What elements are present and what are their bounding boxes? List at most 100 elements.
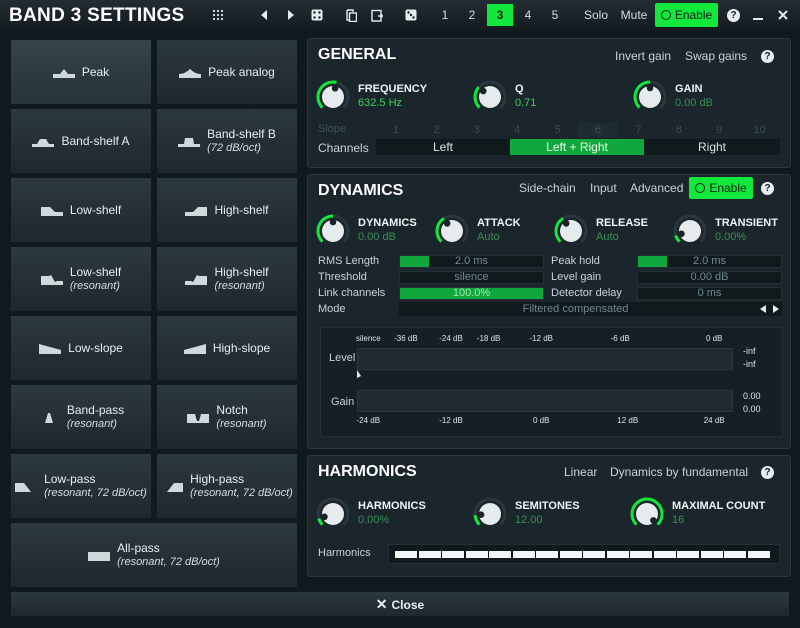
- slope-option[interactable]: 1: [376, 123, 416, 137]
- band-1-button[interactable]: 1: [434, 4, 456, 26]
- harmonics-editor[interactable]: [388, 544, 780, 564]
- mute-button[interactable]: Mute: [617, 4, 651, 26]
- q-control[interactable]: Q 0.71: [473, 79, 623, 119]
- previous-arrow-icon[interactable]: [257, 5, 271, 25]
- shape-band-pass-button[interactable]: Band-pass (resonant): [10, 384, 152, 450]
- next-arrow-icon[interactable]: [284, 5, 298, 25]
- shape-peak-analog-button[interactable]: Peak analog: [156, 39, 298, 105]
- transient-knob[interactable]: [673, 214, 707, 248]
- harmonic-cell[interactable]: [653, 551, 676, 558]
- harmonic-cell[interactable]: [395, 551, 417, 558]
- mode-next-icon[interactable]: [773, 305, 779, 313]
- band-enable-button[interactable]: Enable: [655, 3, 718, 27]
- harmonic-cell[interactable]: [583, 551, 605, 558]
- linear-button[interactable]: Linear: [564, 465, 597, 479]
- release-control[interactable]: RELEASE Auto: [554, 213, 666, 253]
- shape-low-shelf-button[interactable]: Low-shelf: [10, 177, 152, 243]
- harmonic-cell[interactable]: [489, 551, 511, 558]
- slope-option[interactable]: 10: [740, 123, 780, 137]
- harmonic-cell[interactable]: [677, 551, 699, 558]
- harmonic-cell[interactable]: [747, 551, 770, 558]
- close-button[interactable]: ✕ Close: [10, 591, 790, 617]
- gain-control[interactable]: GAIN 0.00 dB: [633, 79, 783, 119]
- shape-all-pass-button[interactable]: All-pass (resonant, 72 dB/oct): [10, 522, 298, 588]
- shape-band-shelf-a-button[interactable]: Band-shelf A: [10, 108, 152, 174]
- slope-option[interactable]: 4: [497, 123, 537, 137]
- dice-icon[interactable]: [403, 5, 419, 25]
- maximal-count-control[interactable]: MAXIMAL COUNT 16: [630, 496, 785, 536]
- shape-band-shelf-b-button[interactable]: Band-shelf B (72 dB/oct): [156, 108, 298, 174]
- band-3-button[interactable]: 3: [487, 4, 513, 26]
- harmonic-cell[interactable]: [630, 551, 652, 558]
- slope-option[interactable]: 3: [457, 123, 497, 137]
- input-button[interactable]: Input: [590, 181, 617, 195]
- close-window-icon[interactable]: [776, 5, 790, 25]
- shape-notch-button[interactable]: Notch (resonant): [156, 384, 298, 450]
- link-channels-slider[interactable]: 100.0%: [399, 287, 544, 300]
- attack-control[interactable]: ATTACK Auto: [435, 213, 547, 253]
- harmonic-cell[interactable]: [700, 551, 723, 558]
- channel-right-option[interactable]: Right: [644, 139, 780, 155]
- minimize-icon[interactable]: [751, 5, 765, 25]
- shape-peak-button[interactable]: Peak: [10, 39, 152, 105]
- advanced-button[interactable]: Advanced: [630, 181, 683, 195]
- rms-length-slider[interactable]: 2.0 ms: [399, 255, 544, 268]
- release-knob[interactable]: [554, 214, 588, 248]
- harmonic-cell[interactable]: [512, 551, 535, 558]
- harmonics-control[interactable]: HARMONICS 0.00%: [316, 496, 466, 536]
- gain-knob[interactable]: [633, 80, 667, 114]
- frequency-knob[interactable]: [316, 80, 350, 114]
- transient-control[interactable]: TRANSIENT 0.00%: [673, 213, 785, 253]
- swap-gains-button[interactable]: Swap gains: [685, 49, 747, 63]
- harmonics-help-icon[interactable]: ?: [761, 466, 774, 479]
- level-gain-slider[interactable]: 0.00 dB: [637, 271, 782, 284]
- detector-delay-slider[interactable]: 0 ms: [637, 287, 782, 300]
- harmonic-cell[interactable]: [724, 551, 746, 558]
- harmonic-cell[interactable]: [442, 551, 464, 558]
- shape-low-pass-button[interactable]: Low-pass (resonant, 72 dB/oct): [10, 453, 152, 519]
- semitones-knob[interactable]: [473, 497, 507, 531]
- attack-knob[interactable]: [435, 214, 469, 248]
- dynamics-enable-button[interactable]: Enable: [689, 177, 753, 199]
- invert-gain-button[interactable]: Invert gain: [615, 49, 671, 63]
- harmonic-cell[interactable]: [536, 551, 558, 558]
- harmonics-knob[interactable]: [316, 497, 350, 531]
- semitones-control[interactable]: SEMITONES 12.00: [473, 496, 623, 536]
- slope-option[interactable]: 9: [699, 123, 739, 137]
- copy-icon[interactable]: [343, 5, 359, 25]
- harmonic-cell[interactable]: [465, 551, 488, 558]
- maximal-count-knob[interactable]: [630, 497, 664, 531]
- shape-low-shelf-resonant-button[interactable]: Low-shelf (resonant): [10, 246, 152, 312]
- solo-button[interactable]: Solo: [580, 4, 612, 26]
- slope-option[interactable]: 8: [659, 123, 699, 137]
- channel-left-option[interactable]: Left: [376, 139, 510, 155]
- slope-option[interactable]: 7: [618, 123, 658, 137]
- band-4-button[interactable]: 4: [517, 4, 539, 26]
- shape-high-shelf-button[interactable]: High-shelf: [156, 177, 298, 243]
- shape-high-shelf-resonant-button[interactable]: High-shelf (resonant): [156, 246, 298, 312]
- help-icon[interactable]: ?: [727, 9, 740, 22]
- harmonic-cell[interactable]: [559, 551, 582, 558]
- randomize-icon[interactable]: [309, 5, 325, 25]
- paste-icon[interactable]: [369, 5, 385, 25]
- menu-grid-icon[interactable]: [210, 5, 226, 25]
- dynamics-help-icon[interactable]: ?: [761, 182, 774, 195]
- band-5-button[interactable]: 5: [544, 4, 566, 26]
- mode-prev-icon[interactable]: [760, 305, 766, 313]
- slope-option[interactable]: 6: [578, 123, 618, 137]
- side-chain-button[interactable]: Side-chain: [519, 181, 576, 195]
- slope-option[interactable]: 5: [538, 123, 578, 137]
- frequency-control[interactable]: FREQUENCY 632.5 Hz: [316, 79, 466, 119]
- dynamics-control[interactable]: DYNAMICS 0.00 dB: [316, 213, 428, 253]
- mode-selector[interactable]: Filtered compensated: [399, 302, 782, 316]
- slope-option[interactable]: 2: [416, 123, 456, 137]
- harmonic-cell[interactable]: [606, 551, 629, 558]
- shape-high-slope-button[interactable]: High-slope: [156, 315, 298, 381]
- shape-high-pass-button[interactable]: High-pass (resonant, 72 dB/oct): [156, 453, 298, 519]
- q-knob[interactable]: [473, 80, 507, 114]
- band-2-button[interactable]: 2: [461, 4, 483, 26]
- dynamics-knob[interactable]: [316, 214, 350, 248]
- dynamics-by-fundamental-button[interactable]: Dynamics by fundamental: [610, 465, 748, 479]
- general-help-icon[interactable]: ?: [761, 50, 774, 63]
- threshold-slider[interactable]: silence: [399, 271, 544, 284]
